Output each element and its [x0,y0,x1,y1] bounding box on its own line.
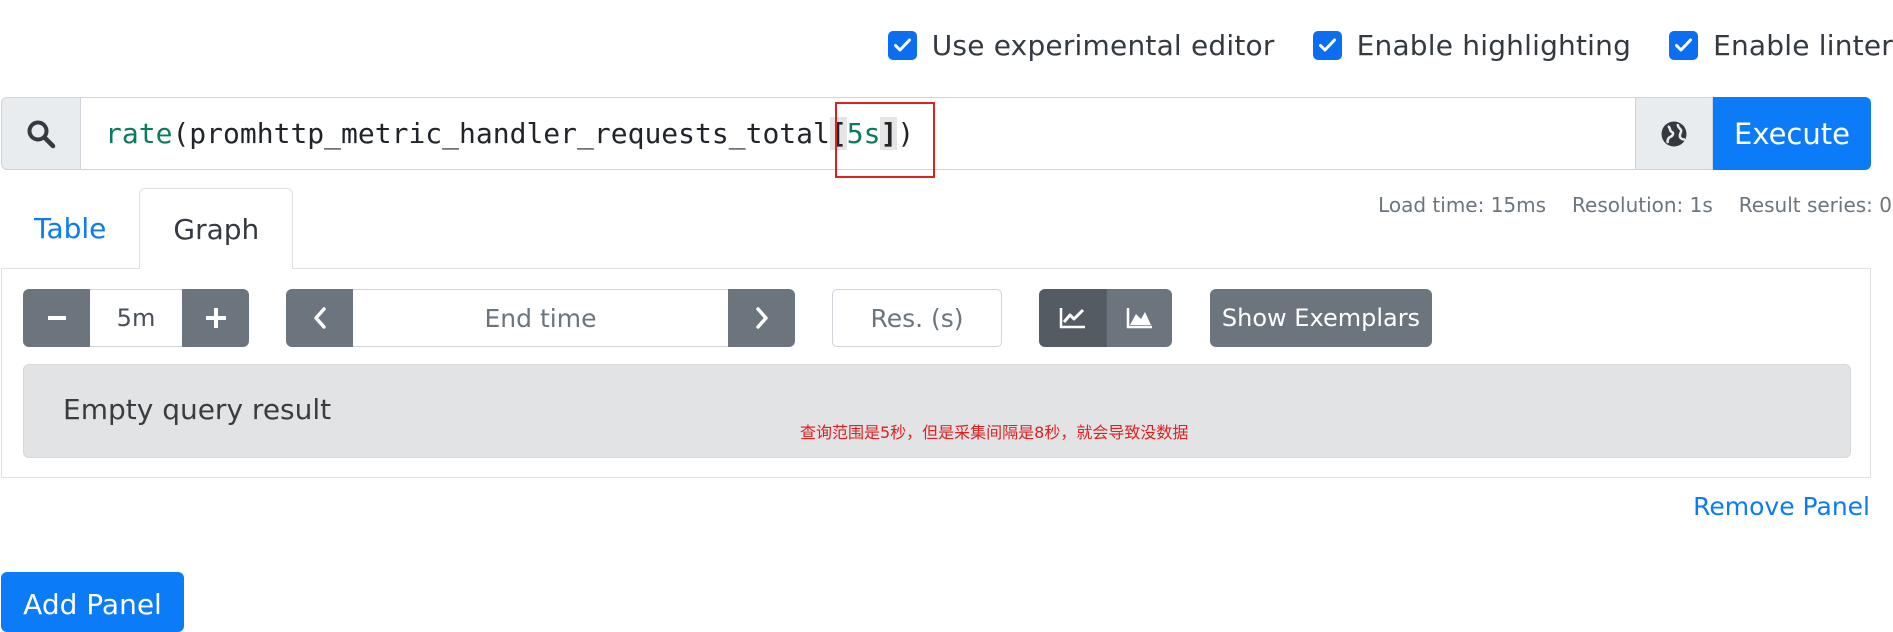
globe-icon [1661,121,1687,146]
previous-time-button[interactable] [286,289,353,347]
empty-result-alert: Empty query result 查询范围是5秒，但是采集间隔是8秒，就会导… [23,364,1851,458]
expression-input[interactable]: rate(promhttp_metric_handler_requests_to… [81,97,1636,178]
editor-options: Use experimental editor Enable highlight… [887,28,1893,62]
empty-result-message: Empty query result [63,393,332,426]
option-enable-highlighting[interactable]: Enable highlighting [1312,28,1632,62]
load-time: Load time: 15ms [1378,193,1547,217]
plus-icon [205,308,226,328]
range-input[interactable]: 5m [90,289,182,347]
tab-graph[interactable]: Graph [139,188,294,269]
tab-table[interactable]: Table [1,188,139,268]
option-enable-linter[interactable]: Enable linter [1669,29,1893,62]
option-label: Enable highlighting [1356,28,1632,62]
chevron-left-icon [313,307,326,329]
line-chart-icon [1059,308,1085,329]
chevron-right-icon [755,307,768,329]
range-group: 5m [23,289,249,347]
metrics-explorer-button[interactable] [1636,97,1713,170]
result-series: Result series: 0 [1738,193,1892,217]
expr-open-paren: ( [172,117,190,150]
query-stats: Load time: 15ms Resolution: 1s Result se… [1352,193,1892,217]
expr-function: rate [105,117,173,150]
expr-metric: promhttp_metric_handler_requests_total [189,117,830,150]
decrease-range-button[interactable] [23,289,90,347]
show-exemplars-button[interactable]: Show Exemplars [1210,289,1432,347]
end-time-group: End time [286,289,795,347]
line-chart-button[interactable] [1039,289,1106,347]
chart-type-group [1039,289,1172,347]
checkbox-checked-icon[interactable] [1669,30,1699,60]
end-time-input[interactable]: End time [353,289,728,347]
remove-panel-link[interactable]: Remove Panel [1693,492,1870,521]
resolution: Resolution: 1s [1572,193,1713,217]
graph-panel: 5m End time Res. (s) Show Exemplars Empt… [1,268,1871,478]
option-label: Use experimental editor [931,28,1275,62]
expression-row: rate(promhttp_metric_handler_requests_to… [1,97,1871,178]
search-icon [1,97,81,170]
option-label: Enable linter [1713,28,1893,62]
panel-tabs: Table Graph [1,188,294,269]
add-panel-button[interactable]: Add Panel [1,572,184,632]
area-chart-icon [1126,308,1152,329]
resolution-input[interactable]: Res. (s) [832,289,1002,347]
stacked-chart-button[interactable] [1106,289,1172,347]
next-time-button[interactable] [728,289,795,347]
increase-range-button[interactable] [182,289,249,347]
checkbox-checked-icon[interactable] [1312,30,1342,60]
graph-controls: 5m End time Res. (s) Show Exemplars [23,289,1432,347]
annotation-highlight-box [835,102,935,178]
option-experimental-editor[interactable]: Use experimental editor [887,28,1275,62]
checkbox-checked-icon[interactable] [887,30,917,60]
execute-button[interactable]: Execute [1713,97,1871,170]
annotation-note: 查询范围是5秒，但是采集间隔是8秒，就会导致没数据 [800,423,1189,442]
minus-icon [47,316,66,320]
